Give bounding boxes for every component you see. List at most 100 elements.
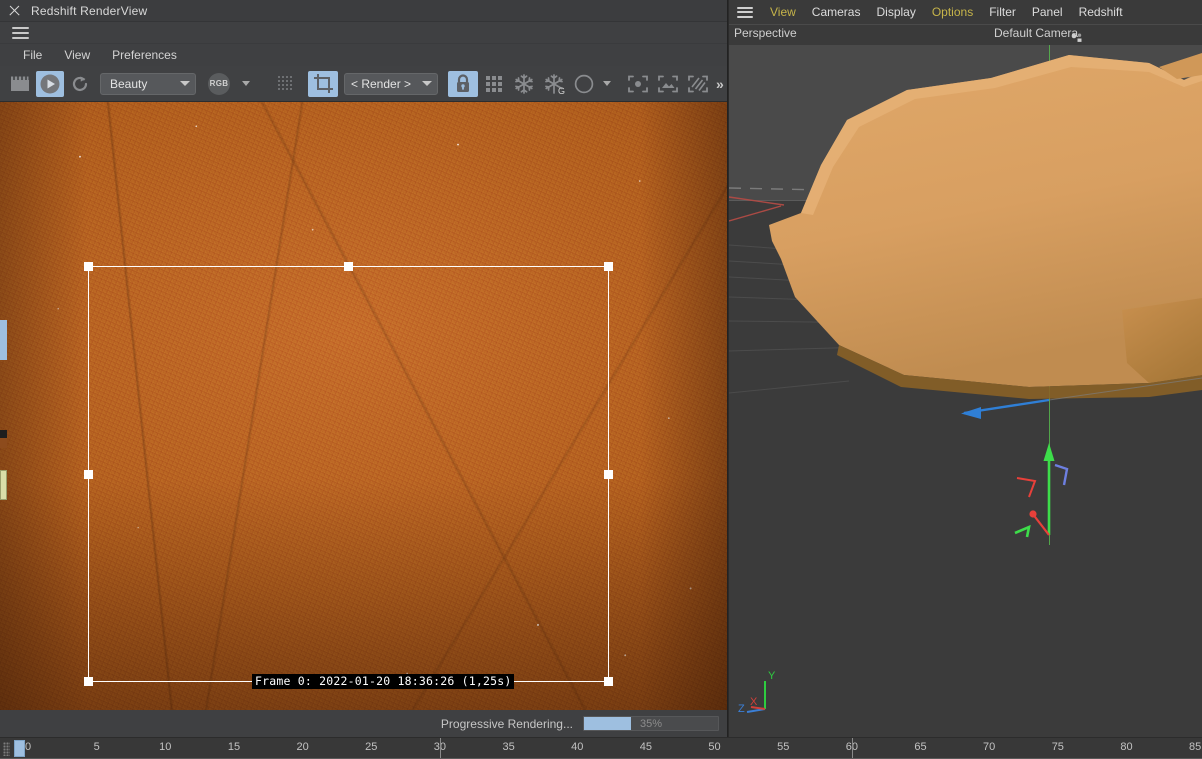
lock-icon[interactable]	[448, 70, 478, 97]
toolbar-overflow-icon[interactable]: »	[716, 76, 724, 92]
triad-label-y: Y	[768, 670, 776, 682]
render-progress-label: 35%	[639, 717, 663, 730]
render-status-message: Progressive Rendering...	[440, 716, 573, 731]
timeline-tick-label: 20	[296, 741, 309, 753]
viewport-menu-filter[interactable]: Filter	[981, 2, 1024, 22]
edge-panel-tab-3[interactable]	[0, 438, 7, 448]
gizmo-axis-y	[1043, 443, 1055, 535]
viewport-menu-display[interactable]: Display	[868, 2, 923, 22]
timeline-tick-label: 65	[914, 741, 927, 753]
render-scope-value: < Render >	[351, 76, 412, 91]
timeline-tick-label: 80	[1120, 741, 1133, 753]
crop-region-box[interactable]	[84, 262, 613, 686]
application-root: Redshift RenderView File View Preference…	[0, 0, 1202, 759]
crop-handle-top-center[interactable]	[344, 262, 353, 271]
menu-item-view[interactable]: View	[53, 46, 101, 64]
transform-gizmo[interactable]	[1007, 435, 1107, 545]
aov-select-value: Beauty	[110, 76, 148, 91]
axis-triad-indicator: Y Z X	[738, 670, 776, 715]
camera-icon	[1071, 30, 1084, 42]
viewport-camera-label: Default Camera	[994, 26, 1079, 40]
timeline-marker	[851, 738, 853, 759]
timeline-tick-label: 0	[24, 741, 32, 753]
chevron-down-icon	[242, 81, 250, 86]
viewport-menubar: View Cameras Display Options Filter Pane…	[729, 0, 1202, 25]
timeline-tick-label: 35	[502, 741, 515, 753]
renderview-toolbar: Beauty RGB < Render > G »	[0, 66, 727, 102]
triad-label-z: Z	[738, 703, 745, 715]
focus-target-icon[interactable]	[624, 71, 652, 97]
play-render-icon[interactable]	[36, 70, 64, 97]
renderview-titlebar: Redshift RenderView	[0, 0, 727, 22]
timeline-marker	[439, 738, 441, 759]
timeline-tick-label: 85	[1189, 741, 1202, 753]
viewport-header: Perspective Default Camera	[729, 25, 1202, 45]
circle-tonemap-icon[interactable]	[570, 71, 598, 97]
crop-handle-top-right[interactable]	[604, 262, 613, 271]
denoise-snowflake-icon[interactable]	[510, 71, 538, 97]
crop-region-icon[interactable]	[308, 70, 338, 97]
crop-handle-middle-left[interactable]	[84, 469, 93, 479]
viewport-menu-panel[interactable]: Panel	[1024, 2, 1071, 22]
rgb-channel-caret[interactable]	[232, 71, 260, 97]
tonemap-caret[interactable]	[600, 71, 614, 97]
hamburger-menu-icon[interactable]	[12, 26, 29, 39]
renderview-menubar: File View Preferences	[0, 44, 727, 66]
render-scope-combo[interactable]: < Render >	[344, 72, 438, 95]
triad-label-x: X	[750, 696, 758, 708]
crop-handle-middle-right[interactable]	[604, 469, 613, 479]
alpha-grid-icon[interactable]	[272, 71, 300, 97]
chevron-down-icon	[603, 81, 611, 86]
frame-timestamp-overlay: Frame 0: 2022-01-20 18:36:26 (1,25s)	[252, 674, 515, 689]
crop-handle-top-left[interactable]	[84, 262, 93, 271]
redshift-renderview-window: Redshift RenderView File View Preference…	[0, 0, 728, 737]
chevron-down-icon	[180, 81, 190, 86]
render-image-canvas[interactable]	[0, 102, 727, 710]
denoise-snowflake-g-icon[interactable]: G	[540, 71, 568, 97]
gizmo-plane-xz	[1014, 524, 1031, 538]
close-icon[interactable]	[8, 4, 21, 17]
viewport-panel: View Cameras Display Options Filter Pane…	[729, 0, 1202, 737]
fit-image-icon[interactable]	[654, 71, 682, 97]
edge-panel-tab-1[interactable]	[0, 320, 7, 360]
gizmo-plane-xy	[1016, 477, 1037, 498]
renderview-status-bar: Progressive Rendering... 35%	[0, 710, 727, 737]
rgb-channel-icon[interactable]: RGB	[208, 72, 230, 95]
aov-select-combo[interactable]: Beauty	[100, 72, 196, 95]
timeline-playhead[interactable]	[14, 740, 25, 757]
viewport-3d-scene[interactable]: Y Z X	[729, 45, 1202, 737]
crop-handle-bottom-left[interactable]	[84, 677, 93, 686]
menu-item-preferences[interactable]: Preferences	[101, 46, 188, 64]
timeline-tick-label: 10	[159, 741, 172, 753]
scene-object-mesh[interactable]	[729, 45, 1202, 565]
timeline-tick-label: 40	[571, 741, 584, 753]
viewport-menu-redshift[interactable]: Redshift	[1071, 2, 1131, 22]
renderview-hamburger-row	[0, 22, 727, 44]
timeline-tick-label: 25	[365, 741, 378, 753]
gizmo-plane-zy	[1054, 463, 1069, 486]
crop-handle-bottom-right[interactable]	[604, 677, 613, 686]
clapperboard-icon[interactable]	[6, 71, 34, 97]
viewport-menu-view[interactable]: View	[762, 2, 804, 22]
grid-squares-icon[interactable]	[480, 71, 508, 97]
timeline-tick-label: 55	[777, 741, 790, 753]
timeline-tick-label: 15	[227, 741, 241, 753]
timeline-tick-label: 5	[93, 741, 100, 753]
timeline-tick-label: 70	[983, 741, 996, 753]
hamburger-menu-icon[interactable]	[737, 6, 753, 18]
refresh-reload-icon[interactable]	[66, 71, 94, 97]
edge-panel-tab-4[interactable]	[0, 470, 7, 500]
denoise-g-label: G	[558, 86, 565, 95]
timeline-tick-label: 50	[708, 741, 721, 753]
chevron-down-icon	[422, 81, 432, 86]
render-progress-bar: 35%	[583, 716, 719, 731]
window-title: Redshift RenderView	[31, 3, 148, 18]
menu-item-file[interactable]: File	[12, 46, 53, 64]
viewport-menu-cameras[interactable]: Cameras	[804, 2, 869, 22]
timeline-tick-label: 45	[639, 741, 653, 753]
timeline-ruler[interactable]: 0510152025303540455055606570758085	[0, 737, 1202, 759]
rgb-channel-label: RGB	[209, 79, 229, 88]
gizmo-axis-x	[1029, 510, 1050, 536]
viewport-menu-options[interactable]: Options	[924, 2, 981, 22]
compare-ab-icon[interactable]	[684, 71, 712, 97]
